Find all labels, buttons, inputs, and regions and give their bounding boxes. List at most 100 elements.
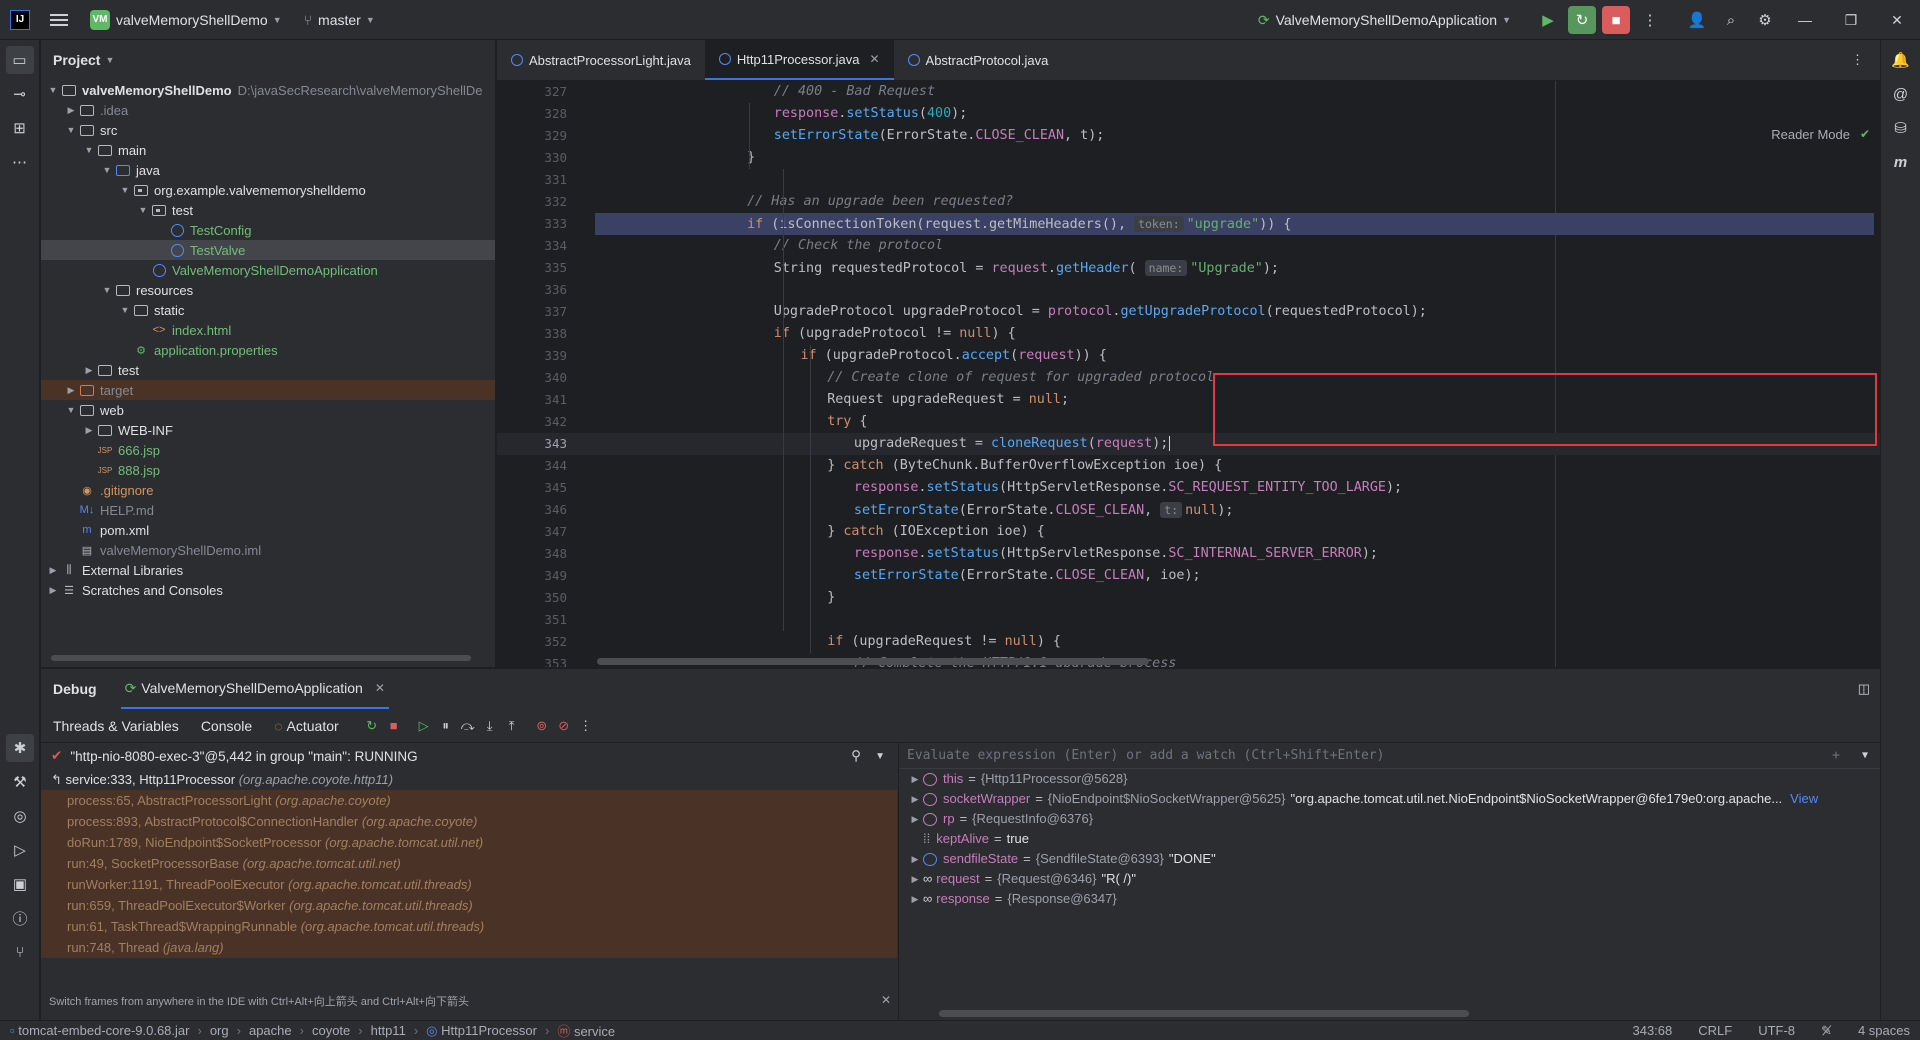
line-number[interactable]: 336 — [497, 279, 567, 301]
tree-item[interactable]: ◉ .gitignore — [41, 480, 495, 500]
step-into-icon[interactable]: ⤓ — [479, 718, 501, 734]
tab-console[interactable]: Console — [201, 718, 252, 734]
commit-tool-icon[interactable]: ⊸ — [6, 80, 34, 108]
rerun-icon[interactable]: ↻ — [361, 718, 383, 734]
line-number[interactable]: 327 — [497, 81, 567, 103]
git-tool-icon[interactable]: ⑂ — [6, 938, 34, 966]
chevron-down-icon[interactable]: ▼ — [273, 15, 282, 25]
chevron-down-icon[interactable]: ▼ — [63, 405, 79, 415]
tree-item[interactable]: ▼ test — [41, 200, 495, 220]
tree-item[interactable]: ▼ main — [41, 140, 495, 160]
problems-tool-icon[interactable]: ⓘ — [6, 904, 34, 932]
chevron-down-icon[interactable]: ▼ — [117, 305, 133, 315]
line-number[interactable]: 344 — [497, 455, 567, 477]
chevron-right-icon[interactable]: ▶ — [63, 105, 79, 116]
breadcrumb-item[interactable]: coyote — [312, 1023, 350, 1038]
mute-breakpoints-icon[interactable]: ⊘ — [553, 718, 575, 734]
project-name[interactable]: valveMemoryShellDemo — [116, 12, 268, 28]
tree-item[interactable]: ▶ ⫼ External Libraries — [41, 560, 495, 580]
terminal-tool-icon[interactable]: ▣ — [6, 870, 34, 898]
layout-icon[interactable]: ◫ — [1858, 681, 1870, 697]
line-number[interactable]: 346 — [497, 499, 567, 521]
file-encoding[interactable]: UTF-8 — [1758, 1023, 1795, 1039]
more-icon[interactable]: ⋮ — [1636, 6, 1664, 34]
chevron-down-icon[interactable]: ▼ — [1862, 750, 1868, 761]
line-number[interactable]: 340 — [497, 367, 567, 389]
close-icon[interactable]: ✕ — [881, 993, 891, 1007]
chevron-down-icon[interactable]: ▼ — [135, 205, 151, 215]
tree-item[interactable]: TestConfig — [41, 220, 495, 240]
more-icon[interactable]: ⋮ — [1835, 40, 1880, 80]
tree-item[interactable]: ▶ .idea — [41, 100, 495, 120]
chevron-right-icon[interactable]: ▶ — [45, 565, 61, 576]
view-breakpoints-icon[interactable]: ⊚ — [531, 718, 553, 734]
variable-row[interactable]: ▶ socketWrapper = {NioEndpoint$NioSocketWra… — [899, 789, 1880, 809]
stop-icon[interactable]: ■ — [383, 718, 405, 733]
line-number[interactable]: 353 — [497, 653, 567, 667]
tree-item[interactable]: ValveMemoryShellDemoApplication — [41, 260, 495, 280]
line-number[interactable]: 333 — [497, 213, 567, 235]
line-number[interactable]: 341 — [497, 389, 567, 411]
database-icon[interactable]: ⛁ — [1887, 114, 1915, 142]
variable-row[interactable]: ▶ rp = {RequestInfo@6376} — [899, 809, 1880, 829]
step-out-icon[interactable]: ⤒ — [501, 718, 523, 734]
stack-frame[interactable]: process:893, AbstractProtocol$Connection… — [41, 811, 897, 832]
variable-row[interactable]: ⁞⁞ keptAlive = true — [899, 829, 1880, 849]
caret-position[interactable]: 343:68 — [1632, 1023, 1672, 1039]
tree-item[interactable]: ▼ java — [41, 160, 495, 180]
line-number[interactable]: 334 — [497, 235, 567, 257]
tree-item[interactable]: ▶ target — [41, 380, 495, 400]
tree-item[interactable]: ▼ static — [41, 300, 495, 320]
chevron-right-icon[interactable]: ▶ — [907, 789, 923, 809]
tree-item[interactable]: ▼ org.example.valvememoryshelldemo — [41, 180, 495, 200]
chevron-right-icon[interactable]: ▶ — [81, 365, 97, 376]
code-view[interactable]: 327 // 400 - Bad Request 328 response.setSt… — [497, 81, 1880, 667]
close-window-button[interactable]: ✕ — [1874, 12, 1920, 29]
tree-item[interactable]: JSP 888.jsp — [41, 460, 495, 480]
gear-icon[interactable]: ⚙ — [1751, 6, 1779, 34]
editor-tab[interactable]: Http11Processor.java ✕ — [704, 40, 894, 80]
chevron-right-icon[interactable]: ▶ — [907, 769, 923, 789]
view-link[interactable]: View — [1790, 789, 1818, 809]
tree-item[interactable]: ⚙ application.properties — [41, 340, 495, 360]
chevron-right-icon[interactable]: ▶ — [907, 809, 923, 829]
variable-row[interactable]: ▶ ∞ response = {Response@6347} — [899, 889, 1880, 909]
line-number[interactable]: 343 — [497, 433, 567, 455]
add-user-icon[interactable]: 👤 — [1683, 6, 1711, 34]
line-number[interactable]: 347 — [497, 521, 567, 543]
breadcrumb-item[interactable]: ▫ tomcat-embed-core-9.0.68.jar — [10, 1023, 189, 1038]
reader-mode-toggle[interactable]: Reader Mode — [1771, 127, 1850, 142]
pause-icon[interactable]: ⏸ — [435, 718, 457, 734]
filter-icon[interactable]: ⚲ — [851, 748, 861, 764]
evaluate-expression-input[interactable]: Evaluate expression (Enter) or add a wat… — [899, 743, 1880, 769]
project-panel-header[interactable]: Project ▼ — [41, 40, 495, 80]
breadcrumb-item[interactable]: org — [210, 1023, 229, 1038]
chevron-down-icon[interactable]: ▼ — [81, 145, 97, 155]
chevron-right-icon[interactable]: ▶ — [907, 849, 923, 869]
structure-tool-icon[interactable]: ⊞ — [6, 114, 34, 142]
variables-scrollbar[interactable] — [939, 1010, 1469, 1017]
breadcrumb-item[interactable]: ◎ Http11Processor — [426, 1023, 537, 1039]
tree-item[interactable]: ▼ resources — [41, 280, 495, 300]
line-number[interactable]: 349 — [497, 565, 567, 587]
editor-tab[interactable]: AbstractProtocol.java — [894, 40, 1063, 80]
tree-item[interactable]: ▼ src — [41, 120, 495, 140]
horizontal-scrollbar[interactable] — [51, 655, 471, 661]
editor-tab[interactable]: AbstractProcessorLight.java — [497, 40, 705, 80]
run-tool-icon[interactable]: ▷ — [6, 836, 34, 864]
stop-button[interactable]: ■ — [1602, 6, 1630, 34]
maximize-button[interactable]: ❐ — [1828, 12, 1874, 29]
search-icon[interactable]: ⌕ — [1717, 6, 1745, 34]
line-number[interactable]: 352 — [497, 631, 567, 653]
branch-name[interactable]: master — [318, 12, 361, 28]
chevron-down-icon[interactable]: ▼ — [45, 85, 61, 95]
build-tool-icon[interactable]: ⚒ — [6, 768, 34, 796]
chevron-down-icon[interactable]: ▼ — [99, 165, 115, 175]
line-number[interactable]: 328 — [497, 103, 567, 125]
resume-icon[interactable]: ▶ — [1534, 6, 1562, 34]
add-watch-icon[interactable]: + — [1832, 748, 1840, 763]
tree-item[interactable]: m pom.xml — [41, 520, 495, 540]
debug-tool-icon[interactable]: ✱ — [6, 734, 34, 762]
line-number[interactable]: 329 — [497, 125, 567, 147]
stack-frame[interactable]: process:65, AbstractProcessorLight (org.… — [41, 790, 897, 811]
